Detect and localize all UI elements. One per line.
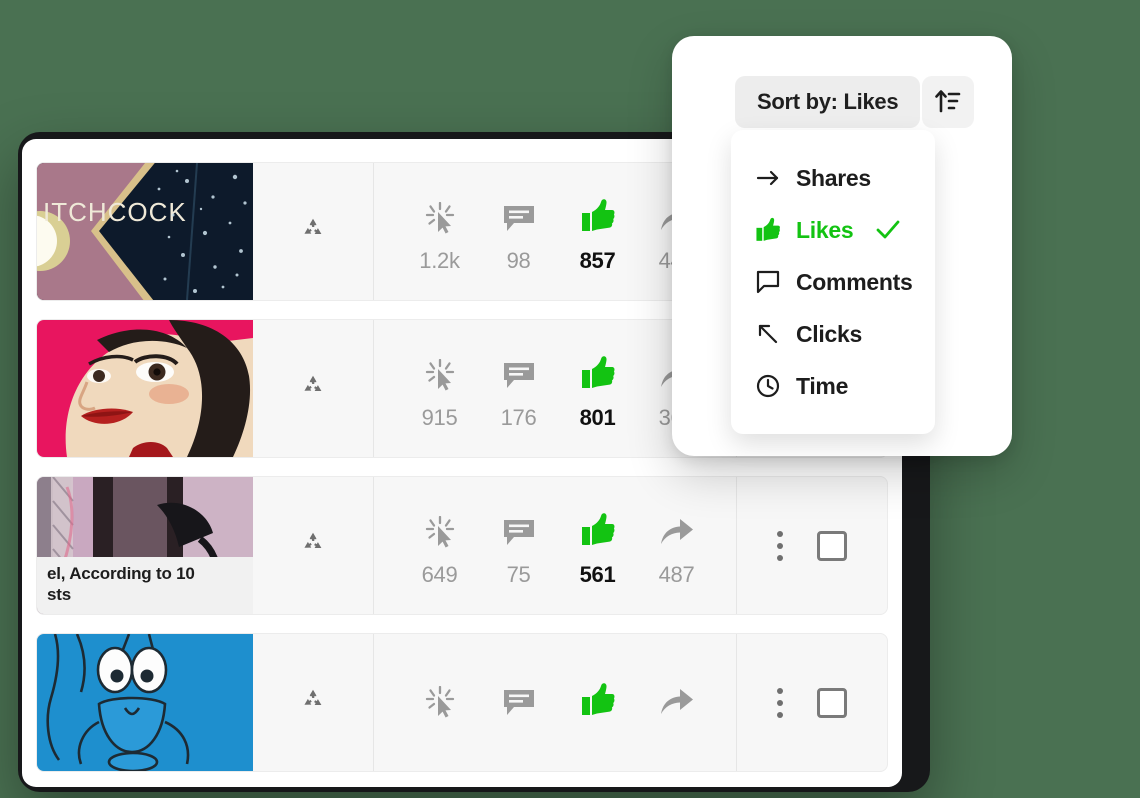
screenshot-stage: ITCHCOCK 1.2k 98 857 915 176 801 el, Acc… (0, 0, 1140, 798)
stat-comments: 75 (479, 504, 558, 588)
stat-clicks-value: 915 (421, 404, 458, 430)
sort-menu-item-time[interactable]: Time (731, 360, 935, 412)
stat-likes-value: 801 (579, 404, 616, 430)
sort-menu-item-label: Comments (796, 268, 913, 295)
sort-menu-item-label: Clicks (796, 320, 862, 347)
recycle-icon[interactable] (300, 530, 326, 561)
sort-menu-item-comments[interactable]: Comments (731, 256, 935, 308)
stat-shares: 487 (637, 504, 716, 588)
vintage-woman-portrait-pink-image (37, 320, 253, 457)
comment-bubble-icon (755, 270, 781, 294)
stat-comments: 176 (479, 347, 558, 431)
stat-likes-value: 561 (579, 561, 616, 587)
stat-clicks-value: 649 (421, 561, 458, 587)
row-actions (736, 477, 887, 614)
post-thumbnail-cell[interactable] (37, 634, 253, 771)
thumbs-up-icon (581, 347, 615, 391)
stat-shares-value: 487 (658, 561, 695, 587)
stat-comments-value: 75 (506, 561, 531, 587)
share-arrow-icon (660, 504, 694, 548)
click-cursor-icon (425, 347, 455, 391)
more-vertical-icon[interactable] (777, 530, 783, 561)
stat-likes: 857 (558, 190, 637, 274)
cursor-arrow-icon (755, 322, 781, 346)
stat-comments-value: 176 (500, 404, 537, 430)
post-title: el, According to 10 sts (37, 556, 253, 614)
stat-clicks: 649 (400, 504, 479, 588)
recycle-cell[interactable] (253, 634, 373, 771)
sort-ascending-icon (934, 87, 962, 118)
stat-comments: 98 (479, 190, 558, 274)
click-cursor-icon (425, 674, 455, 718)
clock-icon (755, 374, 781, 398)
check-icon (876, 219, 900, 241)
comment-icon (503, 674, 535, 718)
sort-menu-item-label: Likes (796, 216, 854, 243)
click-cursor-icon (425, 190, 455, 234)
recycle-cell[interactable] (253, 320, 373, 457)
recycle-cell[interactable] (253, 477, 373, 614)
post-stats (373, 634, 736, 771)
sort-by-button[interactable]: Sort by: Likes (735, 76, 921, 128)
stat-likes-value: 857 (579, 247, 616, 273)
post-stats: 649 75 561 487 (373, 477, 736, 614)
sort-menu-item-label: Shares (796, 164, 871, 191)
sort-direction-button[interactable] (922, 76, 974, 128)
thumbs-up-icon (755, 217, 781, 243)
hollywood-walk-of-fame-hitchcock-star-image: ITCHCOCK (37, 163, 253, 300)
stat-comments (479, 674, 558, 732)
stat-shares (637, 674, 716, 732)
thumbs-up-icon (581, 504, 615, 548)
more-vertical-icon[interactable] (777, 687, 783, 718)
comment-icon (503, 347, 535, 391)
sort-menu-item-clicks[interactable]: Clicks (731, 308, 935, 360)
table-row[interactable] (36, 633, 888, 772)
recycle-icon[interactable] (300, 373, 326, 404)
share-arrow-icon (660, 674, 694, 718)
sort-menu-item-label: Time (796, 372, 849, 399)
stat-likes (558, 674, 637, 732)
stat-clicks: 1.2k (400, 190, 479, 274)
comment-icon (503, 190, 535, 234)
stat-clicks: 915 (400, 347, 479, 431)
stat-comments-value: 98 (506, 247, 531, 273)
stat-likes: 561 (558, 504, 637, 588)
post-thumbnail-cell[interactable]: ITCHCOCK (37, 163, 253, 300)
sort-menu: Shares Likes Comments Clicks Time (731, 130, 935, 434)
recycle-icon[interactable] (300, 687, 326, 718)
checkbox-empty-icon[interactable] (817, 530, 847, 561)
stat-likes: 801 (558, 347, 637, 431)
row-actions (736, 634, 887, 771)
click-cursor-icon (425, 504, 455, 548)
svg-text:ITCHCOCK: ITCHCOCK (43, 197, 187, 227)
recycle-icon[interactable] (300, 216, 326, 247)
arrow-right-icon (755, 166, 781, 190)
stat-clicks-value: 1.2k (419, 247, 460, 273)
table-row[interactable]: el, According to 10 sts 649 75 561 487 (36, 476, 888, 615)
comment-icon (503, 504, 535, 548)
post-thumbnail-cell[interactable] (37, 320, 253, 457)
blue-cartoon-illustration-image (37, 634, 253, 771)
thumbs-up-icon (581, 674, 615, 718)
post-thumbnail-cell[interactable]: el, According to 10 sts (37, 477, 253, 614)
thumbs-up-icon (581, 190, 615, 234)
stat-clicks (400, 674, 479, 732)
sort-menu-item-shares[interactable]: Shares (731, 152, 935, 204)
checkbox-empty-icon[interactable] (817, 687, 847, 718)
recycle-cell[interactable] (253, 163, 373, 300)
sort-menu-item-likes[interactable]: Likes (731, 204, 935, 256)
